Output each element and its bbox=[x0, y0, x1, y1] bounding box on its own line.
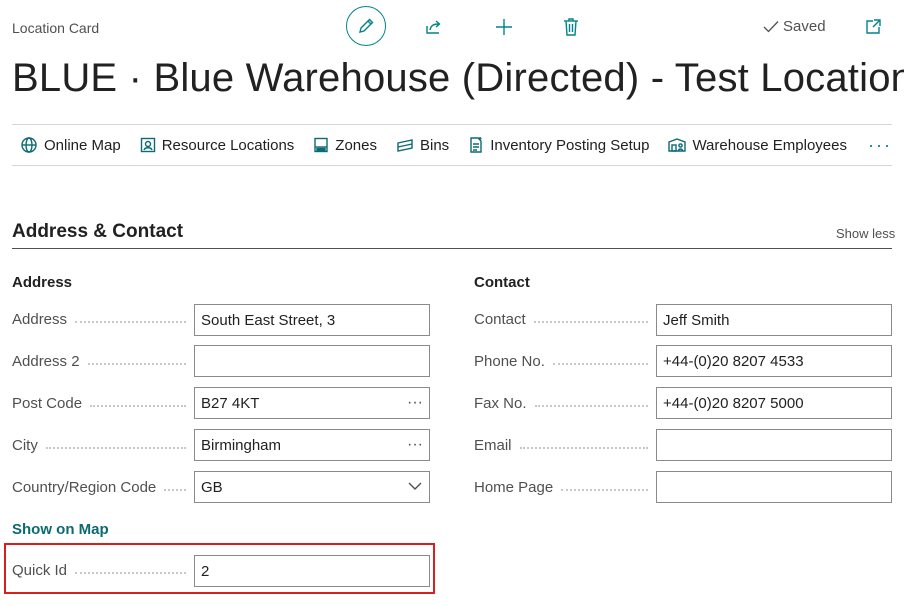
city-input[interactable]: Birmingham ··· bbox=[194, 429, 430, 461]
lookup-ellipsis-icon[interactable]: ··· bbox=[401, 394, 429, 412]
saved-status: Saved bbox=[763, 18, 826, 35]
share-icon bbox=[426, 20, 441, 34]
delete-button[interactable] bbox=[558, 14, 584, 40]
warehouse-employees-icon bbox=[668, 138, 687, 152]
trash-icon bbox=[564, 18, 578, 36]
saved-label: Saved bbox=[783, 18, 826, 35]
zones-icon bbox=[314, 137, 328, 153]
action-label: Resource Locations bbox=[161, 136, 295, 154]
edit-button[interactable] bbox=[346, 6, 386, 46]
contact-group-heading: Contact bbox=[474, 274, 530, 291]
home-page-label: Home Page bbox=[474, 479, 656, 496]
resource-locations-action[interactable]: Resource Locations bbox=[140, 136, 295, 154]
post-code-input[interactable]: B27 4KT ··· bbox=[194, 387, 430, 419]
action-label: Online Map bbox=[44, 136, 121, 154]
action-bar: Online Map Resource Locations Zones Bins… bbox=[12, 124, 892, 166]
new-button[interactable] bbox=[491, 14, 517, 40]
phone-no-label: Phone No. bbox=[474, 353, 656, 370]
email-input[interactable] bbox=[656, 429, 892, 461]
fax-no-label: Fax No. bbox=[474, 395, 656, 412]
city-label: City bbox=[12, 437, 194, 454]
country-region-code-label: Country/Region Code bbox=[12, 479, 194, 496]
lookup-ellipsis-icon[interactable]: ··· bbox=[401, 436, 429, 454]
posting-setup-icon bbox=[470, 137, 482, 153]
contact-label: Contact bbox=[474, 311, 656, 328]
address-2-input[interactable] bbox=[194, 345, 430, 377]
contact-input[interactable]: Jeff Smith bbox=[656, 304, 892, 336]
online-map-action[interactable]: Online Map bbox=[20, 136, 121, 154]
address-group-heading: Address bbox=[12, 274, 73, 291]
quick-id-label: Quick Id bbox=[12, 562, 194, 579]
address-input[interactable]: South East Street, 3 bbox=[194, 304, 430, 336]
section-title: Address & Contact bbox=[12, 221, 184, 242]
home-page-input[interactable] bbox=[656, 471, 892, 503]
share-button[interactable] bbox=[421, 14, 447, 40]
resource-location-icon bbox=[140, 137, 155, 153]
more-actions-button[interactable]: ··· bbox=[868, 135, 892, 156]
open-in-new-window-icon bbox=[866, 19, 881, 34]
action-label: Inventory Posting Setup bbox=[490, 136, 650, 154]
pencil-icon bbox=[359, 18, 374, 33]
bins-action[interactable]: Bins bbox=[396, 137, 449, 154]
zones-action[interactable]: Zones bbox=[313, 137, 377, 154]
globe-icon bbox=[21, 137, 37, 153]
post-code-label: Post Code bbox=[12, 395, 194, 412]
warehouse-employees-action[interactable]: Warehouse Employees bbox=[668, 137, 847, 154]
checkmark-icon bbox=[763, 20, 779, 32]
action-label: Zones bbox=[335, 136, 377, 154]
show-on-map-link[interactable]: Show on Map bbox=[12, 521, 109, 538]
fax-no-input[interactable]: +44-(0)20 8207 5000 bbox=[656, 387, 892, 419]
section-divider bbox=[12, 248, 892, 249]
open-new-window-button[interactable] bbox=[862, 16, 884, 38]
country-region-code-select[interactable]: GB bbox=[194, 471, 430, 503]
phone-no-input[interactable]: +44-(0)20 8207 4533 bbox=[656, 345, 892, 377]
address-2-label: Address 2 bbox=[12, 353, 194, 370]
action-label: Bins bbox=[420, 136, 450, 154]
page-caption: Location Card bbox=[12, 20, 100, 36]
chevron-down-icon[interactable] bbox=[401, 478, 429, 496]
plus-icon bbox=[496, 19, 512, 35]
inventory-posting-setup-action[interactable]: Inventory Posting Setup bbox=[468, 136, 649, 154]
quick-id-input[interactable]: 2 bbox=[194, 555, 430, 587]
bins-icon bbox=[397, 139, 413, 152]
action-label: Warehouse Employees bbox=[692, 136, 847, 154]
address-label: Address bbox=[12, 311, 194, 328]
page-title: BLUE · Blue Warehouse (Directed) - Test … bbox=[12, 56, 904, 100]
show-less-toggle[interactable]: Show less bbox=[836, 226, 895, 241]
email-label: Email bbox=[474, 437, 656, 454]
